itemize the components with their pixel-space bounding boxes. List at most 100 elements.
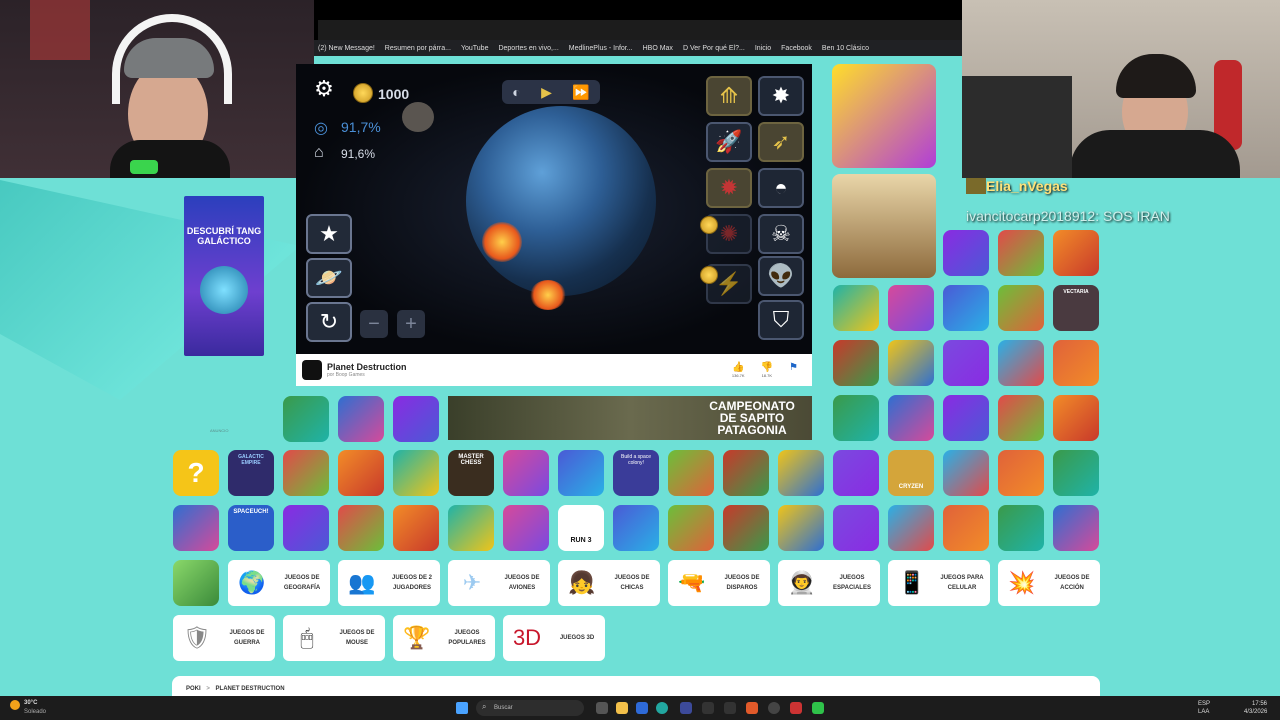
game-tile[interactable] (338, 505, 384, 551)
game-tile[interactable] (998, 285, 1044, 331)
clock-time[interactable]: 17:56 (1252, 701, 1267, 707)
game-tile[interactable] (1053, 505, 1099, 551)
bookmark-item[interactable]: Ben 10 Clásico (822, 45, 869, 52)
game-tile[interactable] (723, 450, 769, 496)
bookmark-item[interactable]: (2) New Message! (318, 45, 375, 52)
windows-start-icon[interactable] (456, 702, 468, 714)
bookmark-item[interactable]: MedlinePlus - Infor... (569, 45, 633, 52)
category-link[interactable]: 👥 JUEGOS DE 2 JUGADORES (338, 560, 440, 606)
app-icon[interactable] (812, 702, 824, 714)
game-tile[interactable] (998, 505, 1044, 551)
game-tile[interactable] (668, 450, 714, 496)
github-icon[interactable] (768, 702, 780, 714)
game-tile[interactable] (1053, 230, 1099, 276)
app-icon[interactable] (790, 702, 802, 714)
category-link[interactable]: ✈ JUEGOS DE AVIONES (448, 560, 550, 606)
fast-forward-icon[interactable]: ⏩ (572, 84, 589, 101)
category-link[interactable]: 📱 JUEGOS PARA CELULAR (888, 560, 990, 606)
game-tile[interactable] (888, 340, 934, 386)
pause-icon[interactable]: ◐ (512, 84, 520, 100)
game-tile[interactable] (723, 505, 769, 551)
category-link[interactable]: 🛡 JUEGOS DE GUERRA (173, 615, 275, 661)
app-icon[interactable] (702, 702, 714, 714)
category-link[interactable]: 🔫 JUEGOS DE DISPAROS (668, 560, 770, 606)
game-tile-mystery[interactable]: ? (173, 450, 219, 496)
category-link[interactable]: 👧 JUEGOS DE CHICAS (558, 560, 660, 606)
game-tile[interactable] (503, 505, 549, 551)
game-tile[interactable] (1053, 395, 1099, 441)
game-tile[interactable] (888, 285, 934, 331)
game-tile[interactable] (943, 340, 989, 386)
game-tile[interactable] (998, 450, 1044, 496)
game-tile[interactable] (338, 396, 384, 442)
game-tile[interactable] (283, 505, 329, 551)
game-tile-run3[interactable]: RUN 3 (558, 505, 604, 551)
game-tile[interactable] (778, 450, 824, 496)
alien-icon[interactable]: 👽 (758, 256, 804, 296)
zoom-in-button[interactable]: + (397, 310, 425, 338)
game-tile[interactable] (833, 340, 879, 386)
game-author[interactable]: por Boop Games (327, 372, 407, 378)
file-explorer-icon[interactable] (616, 702, 628, 714)
game-tile[interactable] (998, 230, 1044, 276)
category-link[interactable]: 🏆 JUEGOS POPULARES (393, 615, 495, 661)
bookmark-item[interactable]: Facebook (781, 45, 812, 52)
play-icon[interactable]: ▶ (541, 84, 552, 101)
game-tile[interactable] (1053, 450, 1099, 496)
banner-ad[interactable]: CAMPEONATO DE SAPITO PATAGONIA (448, 396, 812, 440)
taskview-icon[interactable] (596, 702, 608, 714)
language[interactable]: ESP (1198, 701, 1210, 707)
game-tile[interactable] (1053, 340, 1099, 386)
game-tile[interactable] (998, 395, 1044, 441)
category-link[interactable]: 3D JUEGOS 3D (503, 615, 605, 661)
bookmark-item[interactable]: YouTube (461, 45, 489, 52)
game-tile[interactable] (888, 505, 934, 551)
game-tile-stickman[interactable] (832, 64, 936, 168)
shuttle-icon[interactable]: ➶ (758, 122, 804, 162)
zoom-out-button[interactable]: − (360, 310, 388, 338)
planet-icon[interactable]: 🪐 (306, 258, 352, 298)
game-tile[interactable] (393, 396, 439, 442)
game-tile[interactable] (833, 450, 879, 496)
ufo-icon[interactable]: ◓ (758, 168, 804, 208)
bookmark-item[interactable]: Inicio (755, 45, 771, 52)
app-icon[interactable] (680, 702, 692, 714)
gear-icon[interactable]: ⚙ (305, 72, 343, 106)
game-tile[interactable] (888, 395, 934, 441)
category-link[interactable]: 👨‍🚀 JUEGOS ESPACIALES (778, 560, 880, 606)
game-tile-cryzen[interactable]: CRYZEN (888, 450, 934, 496)
game-tile[interactable] (283, 396, 329, 442)
game-tile[interactable] (943, 230, 989, 276)
game-tile[interactable] (338, 450, 384, 496)
game-tile-space-colony[interactable]: Build a space colony! (613, 450, 659, 496)
game-tile[interactable] (503, 450, 549, 496)
breadcrumb-home[interactable]: POKI (186, 686, 201, 692)
game-tile[interactable] (448, 505, 494, 551)
rocket-icon[interactable]: 🚀 (706, 122, 752, 162)
skull-icon[interactable]: ☠ (758, 214, 804, 254)
game-tile[interactable] (943, 395, 989, 441)
bookmark-item[interactable]: HBO Max (643, 45, 673, 52)
dislike-button[interactable]: 👎 18.7K (761, 362, 773, 378)
planet-earth[interactable] (466, 106, 656, 296)
missiles-icon[interactable]: ⟰ (706, 76, 752, 116)
app-icon[interactable] (724, 702, 736, 714)
edge-icon[interactable] (656, 702, 668, 714)
game-tile[interactable] (833, 505, 879, 551)
game-tile[interactable] (778, 505, 824, 551)
address-bar[interactable] (318, 20, 962, 40)
side-ad[interactable]: DESCUBRÍ TANG GALÁCTICO (184, 196, 264, 356)
game-tile[interactable] (613, 505, 659, 551)
game-tile[interactable] (943, 505, 989, 551)
game-tile[interactable] (283, 450, 329, 496)
game-tile-galactic-empire[interactable]: GALACTIC EMPIRE (228, 450, 274, 496)
moon[interactable] (402, 102, 434, 132)
game-tile[interactable] (558, 450, 604, 496)
game-tile[interactable] (943, 450, 989, 496)
game-tile[interactable] (833, 285, 879, 331)
game-tile[interactable] (393, 450, 439, 496)
bookmark-item[interactable]: D Ver Por qué El?... (683, 45, 745, 52)
bookmark-item[interactable]: Resumen por párra... (385, 45, 451, 52)
explosion-icon[interactable]: ✸ (758, 76, 804, 116)
star-icon[interactable]: ★ (306, 214, 352, 254)
